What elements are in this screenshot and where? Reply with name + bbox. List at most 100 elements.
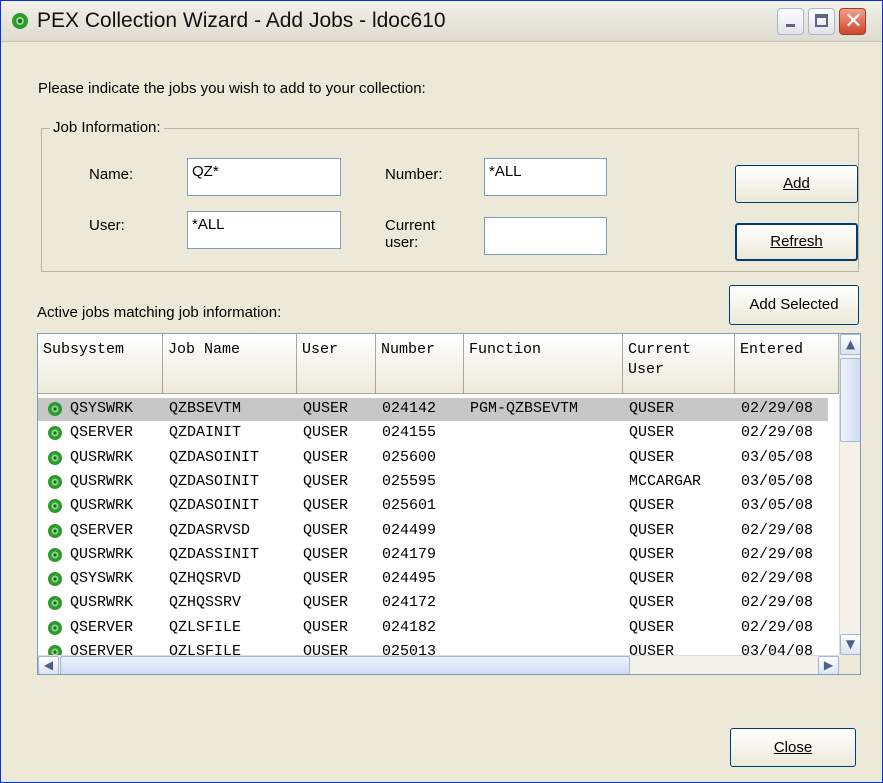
- cell-subsystem: QSYSWRK: [70, 570, 134, 588]
- green-gear-icon: [48, 547, 62, 562]
- cell-entered: 03/05/08: [741, 448, 814, 466]
- column-header-function[interactable]: Function: [464, 334, 623, 394]
- cell-job-name: QZDASOINIT: [169, 472, 260, 490]
- pex-wizard-window: PEX Collection Wizard - Add Jobs - ldoc6…: [0, 0, 883, 783]
- cell-user: QUSER: [303, 521, 349, 539]
- table-row[interactable]: QSERVER QZDAINIT QUSER 024155 QUSER 02/29/08: [38, 422, 828, 445]
- active-jobs-table[interactable]: Subsystem Job Name User Number Function …: [37, 333, 861, 675]
- cell-current-user: QUSER: [629, 618, 675, 636]
- scroll-up-button[interactable]: ▲: [840, 334, 860, 355]
- scroll-right-button[interactable]: ▶: [818, 656, 839, 674]
- cell-subsystem: QSYSWRK: [70, 400, 134, 417]
- chevron-right-icon: ▶: [823, 658, 834, 672]
- cell-job-name: QZDASSINIT: [169, 545, 260, 563]
- scroll-left-button[interactable]: ◀: [38, 656, 59, 674]
- scrollbar-corner: [839, 655, 860, 674]
- cell-number: 024179: [382, 545, 437, 563]
- close-icon: ✕: [844, 9, 863, 34]
- close-window-button[interactable]: ✕: [839, 8, 866, 35]
- cell-current-user: QUSER: [629, 400, 675, 417]
- add-selected-button[interactable]: Add Selected: [729, 285, 859, 325]
- column-header-job-name[interactable]: Job Name: [163, 334, 297, 394]
- cell-number: 024182: [382, 618, 437, 636]
- vertical-scroll-thumb[interactable]: [840, 358, 860, 442]
- cell-job-name: QZDAINIT: [169, 424, 242, 442]
- column-header-subsystem[interactable]: Subsystem: [38, 334, 163, 394]
- title-bar[interactable]: PEX Collection Wizard - Add Jobs - ldoc6…: [1, 1, 882, 42]
- cell-subsystem: QUSRWRK: [70, 472, 134, 490]
- user-label: User:: [89, 217, 125, 234]
- user-field[interactable]: *ALL: [187, 211, 341, 249]
- column-header-user[interactable]: User: [297, 334, 376, 394]
- cell-function: PGM-QZBSEVTM: [470, 400, 579, 417]
- minimize-button[interactable]: [777, 8, 804, 35]
- table-row[interactable]: QUSRWRK QZDASOINIT QUSER 025595 MCCARGAR 03/0…: [38, 471, 828, 494]
- add-button[interactable]: Add: [735, 165, 858, 203]
- current-user-label: Current user:: [385, 217, 436, 251]
- column-header-current-user[interactable]: Current User: [623, 334, 735, 394]
- vertical-scrollbar[interactable]: ▲ ▼: [839, 334, 860, 655]
- cell-subsystem: QSERVER: [70, 618, 134, 636]
- minimize-icon: [786, 24, 795, 27]
- cell-number: 024495: [382, 570, 437, 588]
- close-button[interactable]: Close: [730, 728, 856, 767]
- horizontal-scroll-thumb[interactable]: [60, 656, 630, 674]
- cell-subsystem: QUSRWRK: [70, 497, 134, 515]
- green-gear-icon: [48, 402, 62, 416]
- cell-entered: 02/29/08: [741, 570, 814, 588]
- instructions-text: Please indicate the jobs you wish to add…: [38, 80, 426, 97]
- close-button-label: Close: [773, 739, 813, 756]
- cell-current-user: QUSER: [629, 545, 675, 563]
- cell-user: QUSER: [303, 400, 349, 417]
- scroll-down-button[interactable]: ▼: [840, 634, 860, 655]
- table-row[interactable]: QUSRWRK QZDASSINIT QUSER 024179 QUSER 02/29/0…: [38, 544, 828, 567]
- table-row[interactable]: QSYSWRK QZHQSRVD QUSER 024495 QUSER 02/29/08: [38, 568, 828, 591]
- cell-number: 025601: [382, 497, 437, 515]
- horizontal-scrollbar[interactable]: ◀ ▶: [38, 655, 839, 674]
- number-field[interactable]: *ALL: [484, 158, 607, 196]
- column-header-entered[interactable]: Entered: [735, 334, 839, 394]
- table-row[interactable]: QSYSWRK QZBSEVTM QUSER 024142 PGM-QZBSEVTM QU…: [38, 398, 828, 421]
- cell-job-name: QZLSFILE: [169, 618, 242, 636]
- cell-current-user: QUSER: [629, 448, 675, 466]
- table-row[interactable]: QUSRWRK QZHQSSRV QUSER 024172 QUSER 02/29/08: [38, 592, 828, 615]
- table-row[interactable]: QUSRWRK QZDASOINIT QUSER 025600 QUSER 03/05/0…: [38, 447, 828, 470]
- green-gear-icon: [48, 620, 62, 635]
- cell-entered: 02/29/08: [741, 545, 814, 563]
- cell-user: QUSER: [303, 594, 349, 612]
- cell-number: 025595: [382, 472, 437, 490]
- add-button-label: Add: [783, 175, 810, 192]
- cell-subsystem: QSERVER: [70, 521, 134, 539]
- cell-subsystem: QUSRWRK: [70, 545, 134, 563]
- refresh-button[interactable]: Refresh: [735, 223, 858, 261]
- cell-current-user: QUSER: [629, 570, 675, 588]
- name-field[interactable]: QZ*: [187, 158, 341, 196]
- chevron-down-icon: ▼: [845, 637, 856, 651]
- cell-job-name: QZHQSRVD: [169, 570, 242, 588]
- current-user-field[interactable]: [484, 217, 607, 255]
- column-header-number[interactable]: Number: [376, 334, 464, 394]
- cell-current-user: QUSER: [629, 424, 675, 442]
- cell-entered: 02/29/08: [741, 618, 814, 636]
- cell-current-user: QUSER: [629, 521, 675, 539]
- cell-subsystem: QSERVER: [70, 424, 134, 442]
- cell-subsystem: QUSRWRK: [70, 448, 134, 466]
- green-gear-icon: [48, 596, 62, 611]
- cell-current-user: QUSER: [629, 497, 675, 515]
- green-gear-icon: [48, 474, 62, 489]
- cell-current-user: QUSER: [629, 594, 675, 612]
- table-row[interactable]: QSERVER QZLSFILE QUSER 024182 QUSER 02/29/08: [38, 617, 828, 640]
- table-row[interactable]: QSERVER QZDASRVSD QUSER 024499 QUSER 02/29/08: [38, 520, 828, 543]
- cell-entered: 02/29/08: [741, 594, 814, 612]
- cell-job-name: QZDASOINIT: [169, 497, 260, 515]
- chevron-up-icon: ▲: [845, 337, 856, 351]
- maximize-button[interactable]: [808, 8, 835, 35]
- green-gear-icon: [48, 450, 62, 465]
- cell-entered: 02/29/08: [741, 400, 814, 417]
- table-row[interactable]: QUSRWRK QZDASOINIT QUSER 025601 QUSER 03/05/0…: [38, 495, 828, 518]
- green-gear-icon: [48, 499, 62, 514]
- cell-user: QUSER: [303, 448, 349, 466]
- table-header: Subsystem Job Name User Number Function …: [38, 334, 839, 394]
- cell-user: QUSER: [303, 472, 349, 490]
- cell-job-name: QZDASRVSD: [169, 521, 251, 539]
